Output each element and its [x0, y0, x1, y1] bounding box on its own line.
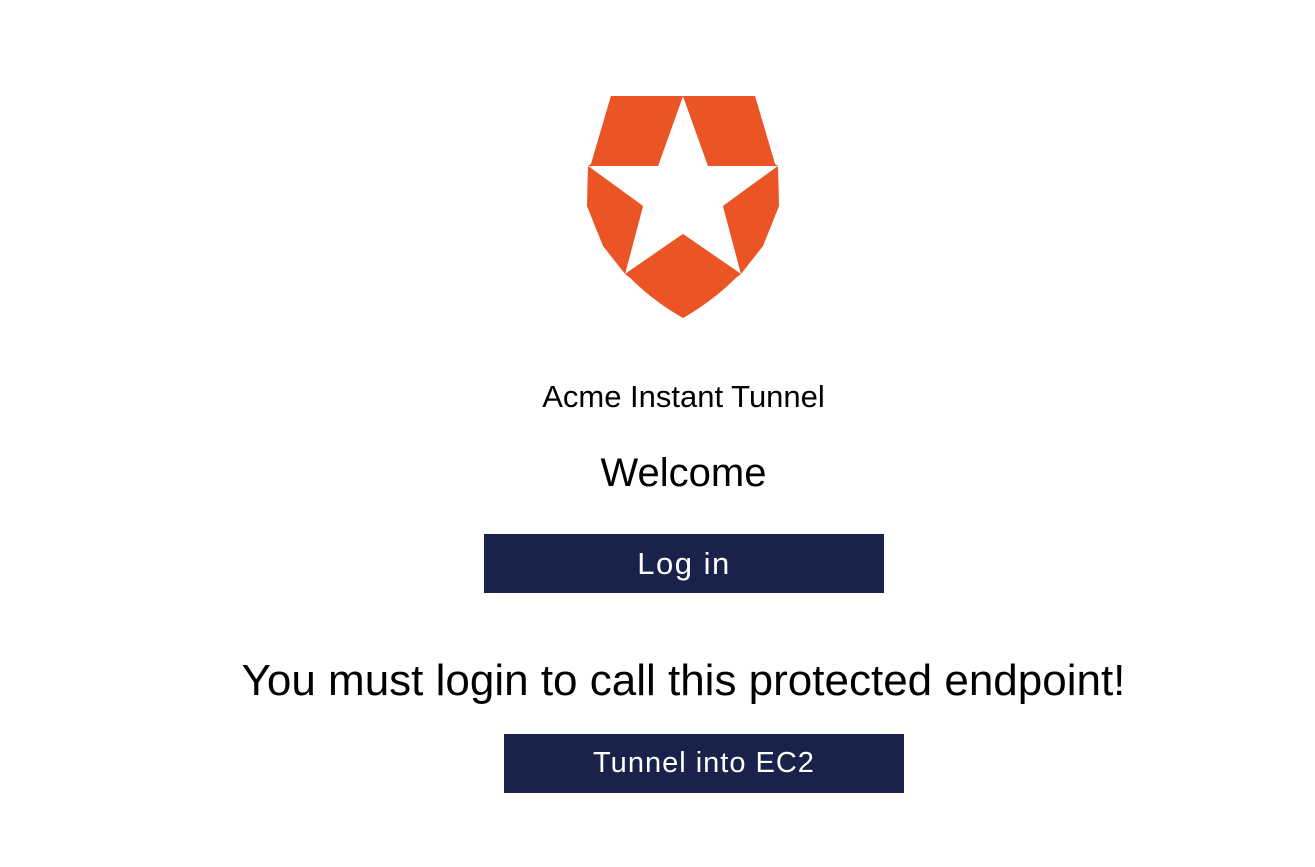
- shield-star-logo-icon: [583, 96, 783, 318]
- welcome-heading: Welcome: [600, 451, 767, 495]
- tunnel-into-ec2-button[interactable]: Tunnel into EC2: [504, 734, 904, 793]
- login-button[interactable]: Log in: [484, 534, 884, 593]
- app-name: Acme Instant Tunnel: [542, 379, 825, 414]
- auth-required-message: You must login to call this protected en…: [241, 656, 1126, 705]
